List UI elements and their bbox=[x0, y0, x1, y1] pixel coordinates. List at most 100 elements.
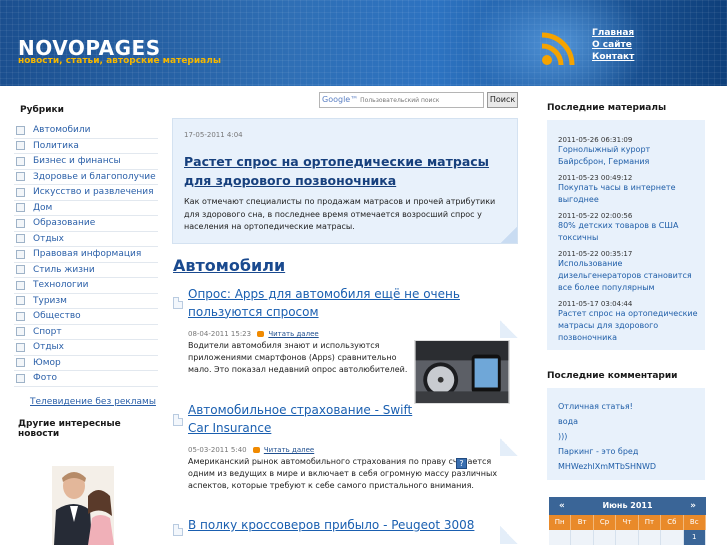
bullet-icon bbox=[16, 311, 25, 321]
category-item[interactable]: Правовая информация bbox=[14, 247, 158, 263]
article-meta: 08-04-2011 15:23 Читать далее bbox=[188, 330, 319, 338]
weekday-label: Чт bbox=[616, 515, 639, 530]
article-text: Водители автомобиля знают и используются… bbox=[188, 341, 408, 375]
category-item[interactable]: Общество bbox=[14, 309, 158, 325]
bullet-icon bbox=[16, 172, 25, 182]
comments-list: Отличная статья! вода ))) Паркинг - это … bbox=[547, 388, 705, 480]
right-sidebar: Последние материалы 2011-05-26 06:31:09 … bbox=[537, 86, 716, 545]
calendar-day bbox=[639, 530, 662, 545]
news-photo[interactable] bbox=[52, 466, 114, 545]
featured-text: Как отмечают специалисты по продажам мат… bbox=[184, 197, 496, 231]
category-item[interactable]: Искусство и развлечения bbox=[14, 185, 158, 201]
category-item[interactable]: Политика bbox=[14, 139, 158, 154]
recent-title-link[interactable]: Горнолыжный курорт Байрсброн, Германия bbox=[558, 144, 698, 168]
recent-title-link[interactable]: Растет спрос на ортопедические матрасы д… bbox=[558, 308, 698, 344]
bullet-icon bbox=[16, 327, 25, 337]
bullet-icon bbox=[16, 280, 25, 290]
article-title[interactable]: В полку кроссоверов прибыло - Peugeot 30… bbox=[188, 517, 508, 535]
article-title[interactable]: Автомобильное страхование - Swift Car In… bbox=[188, 402, 428, 437]
weekday-label: Пн bbox=[549, 515, 572, 530]
featured-title[interactable]: Растет спрос на ортопедические матрасы д… bbox=[184, 152, 504, 190]
category-item[interactable]: Дом bbox=[14, 201, 158, 216]
category-item[interactable]: Туризм bbox=[14, 294, 158, 309]
rss-icon[interactable] bbox=[538, 29, 578, 69]
recent-item[interactable]: 2011-05-17 03:04:44 Растет спрос на орто… bbox=[558, 300, 698, 344]
recent-item[interactable]: 2011-05-22 02:00:56 80% детских товаров … bbox=[558, 212, 698, 244]
calendar-week: 1 bbox=[549, 530, 706, 545]
recent-title-link[interactable]: 80% детских товаров в США токсичны bbox=[558, 220, 698, 244]
bullet-icon bbox=[16, 234, 25, 244]
comment-link[interactable]: Отличная статья! bbox=[558, 402, 633, 411]
car-dashboard-photo[interactable] bbox=[414, 340, 510, 404]
category-item[interactable]: Спорт bbox=[14, 325, 158, 340]
document-icon bbox=[173, 414, 183, 426]
comment-link[interactable]: вода bbox=[558, 417, 578, 426]
category-item[interactable]: Фото bbox=[14, 371, 158, 387]
bullet-icon bbox=[16, 265, 25, 275]
category-item[interactable]: Юмор bbox=[14, 356, 158, 371]
article-title[interactable]: Опрос: Apps для автомобиля ещё не очень … bbox=[188, 286, 508, 321]
read-more-link[interactable]: Читать далее bbox=[257, 330, 318, 338]
category-item[interactable]: Отдых bbox=[14, 232, 158, 247]
calendar-header: « Июнь 2011 » bbox=[549, 497, 706, 515]
comment-link[interactable]: Паркинг - это бред bbox=[558, 447, 638, 456]
bullet-icon bbox=[16, 156, 25, 166]
category-item[interactable]: Стиль жизни bbox=[14, 263, 158, 278]
weekday-label: Ср bbox=[594, 515, 617, 530]
article-item: В полку кроссоверов прибыло - Peugeot 30… bbox=[172, 516, 518, 545]
bullet-icon bbox=[16, 187, 25, 197]
bullet-icon bbox=[16, 342, 25, 352]
comment-link[interactable]: MHWezhlXmMTbSHNWD bbox=[558, 462, 656, 471]
search-input[interactable]: Google™ Пользовательский поиск bbox=[319, 92, 484, 108]
weekday-label: Вт bbox=[571, 515, 594, 530]
bullet-icon bbox=[16, 249, 25, 259]
bullet-icon bbox=[16, 373, 25, 383]
recent-item[interactable]: 2011-05-23 00:49:12 Покупать часы в инте… bbox=[558, 174, 698, 206]
category-item[interactable]: Отдых bbox=[14, 340, 158, 356]
site-header: NOVOPAGES новости, статьи, авторские мат… bbox=[0, 0, 727, 86]
recent-title-link[interactable]: Покупать часы в интернете выгоднее bbox=[558, 182, 698, 206]
calendar-prev-button[interactable]: « bbox=[559, 497, 565, 515]
recent-title-link[interactable]: Использование дизельгенераторов становит… bbox=[558, 258, 698, 294]
nav-contact-link[interactable]: Контакт bbox=[592, 51, 634, 63]
comment-link[interactable]: ))) bbox=[558, 432, 567, 441]
calendar-day[interactable]: 1 bbox=[683, 530, 706, 545]
recent-item[interactable]: 2011-05-22 00:35:17 Использование дизель… bbox=[558, 250, 698, 294]
article-date: 05-03-2011 5:40 bbox=[188, 446, 247, 454]
bullet-icon bbox=[16, 358, 25, 368]
search-button[interactable]: Поиск bbox=[487, 92, 518, 108]
category-item[interactable]: Бизнес и финансы bbox=[14, 154, 158, 170]
bullet-icon bbox=[16, 218, 25, 228]
recent-title: Последние материалы bbox=[547, 103, 667, 113]
featured-date: 17-05-2011 4:04 bbox=[184, 131, 243, 139]
weekday-label: Пт bbox=[639, 515, 662, 530]
category-item[interactable]: Автомобили bbox=[14, 123, 158, 139]
search-bar: Google™ Пользовательский поиск Поиск bbox=[319, 92, 519, 108]
nav-about-link[interactable]: О сайте bbox=[592, 39, 634, 51]
bullet-icon bbox=[16, 141, 25, 151]
tv-link[interactable]: Телевидение без рекламы bbox=[30, 397, 156, 407]
top-nav: Главная О сайте Контакт bbox=[592, 27, 634, 63]
weekday-label: Сб bbox=[661, 515, 684, 530]
recent-date: 2011-05-23 00:49:12 bbox=[558, 174, 633, 182]
calendar-month: Июнь 2011 bbox=[602, 501, 653, 510]
help-icon[interactable]: ? bbox=[456, 458, 467, 469]
calendar-day bbox=[616, 530, 639, 545]
category-item[interactable]: Технологии bbox=[14, 278, 158, 294]
read-more-link[interactable]: Читать далее bbox=[253, 446, 314, 454]
calendar-day bbox=[594, 530, 617, 545]
calendar-next-button[interactable]: » bbox=[690, 497, 696, 515]
article-meta: 05-03-2011 5:40 Читать далее bbox=[188, 446, 314, 454]
featured-article: 17-05-2011 4:04 Растет спрос на ортопеди… bbox=[172, 118, 518, 244]
bullet-icon bbox=[16, 203, 25, 213]
site-tagline: новости, статьи, авторские материалы bbox=[18, 56, 221, 66]
section-title[interactable]: Автомобили bbox=[173, 256, 285, 275]
recent-item[interactable]: 2011-05-26 06:31:09 Горнолыжный курорт Б… bbox=[558, 136, 698, 168]
nav-home-link[interactable]: Главная bbox=[592, 27, 634, 39]
recent-date: 2011-05-17 03:04:44 bbox=[558, 300, 633, 308]
bullet-icon bbox=[16, 296, 25, 306]
category-item[interactable]: Образование bbox=[14, 216, 158, 232]
category-list: Автомобили Политика Бизнес и финансы Здо… bbox=[14, 123, 158, 387]
category-item[interactable]: Здоровье и благополучие bbox=[14, 170, 158, 185]
corner-decoration bbox=[501, 227, 517, 243]
